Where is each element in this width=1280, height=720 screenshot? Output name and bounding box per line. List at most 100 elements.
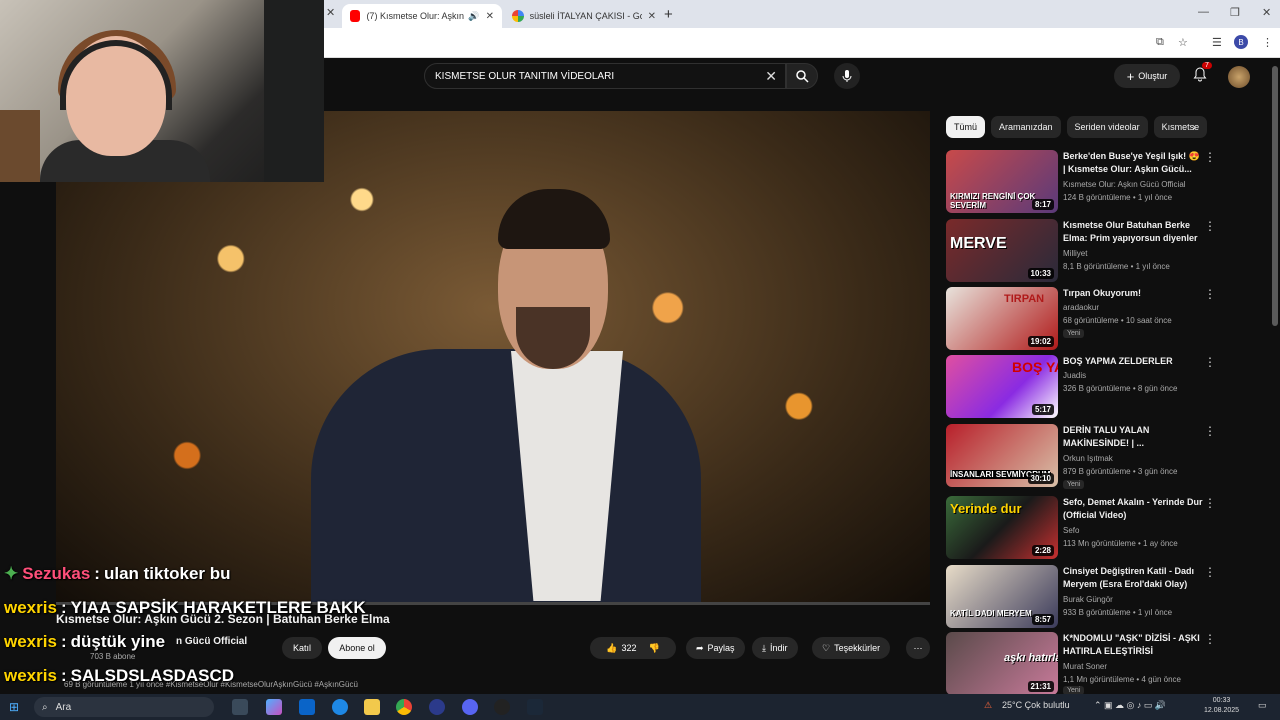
- share-button[interactable]: ➦ Paylaş: [686, 637, 745, 659]
- edge-icon[interactable]: [332, 699, 348, 715]
- video-thumbnail[interactable]: Yerinde dur 2:28: [946, 496, 1058, 559]
- file-explorer-icon[interactable]: [364, 699, 380, 715]
- search-button[interactable]: [786, 63, 818, 89]
- download-button[interactable]: ⤓ İndir: [752, 637, 798, 659]
- clock[interactable]: 00:33 12.08.2025: [1204, 696, 1239, 716]
- thumbs-down-icon[interactable]: 👎: [649, 643, 660, 654]
- notification-center-icon[interactable]: ▭: [1258, 700, 1267, 711]
- account-avatar[interactable]: [1228, 66, 1250, 88]
- close-icon[interactable]: ✕: [326, 6, 335, 19]
- video-thumbnail[interactable]: aşkı hatırla 21:31: [946, 632, 1058, 695]
- recommendation-item[interactable]: BOŞ YAPMA 5:17 BOŞ YAPMA ZELDERLER Juadi…: [946, 355, 1264, 419]
- steam-icon[interactable]: [527, 699, 543, 715]
- recommendation-item[interactable]: TIRPAN 19:02 Tırpan Okuyorum! aradaokur …: [946, 287, 1264, 351]
- channel-name[interactable]: Orkun Işıtmak: [1063, 454, 1113, 463]
- channel-name[interactable]: Burak Güngör: [1063, 595, 1113, 604]
- shelf: [0, 110, 40, 182]
- create-button[interactable]: + Oluştur: [1114, 64, 1180, 88]
- weather-alert-icon[interactable]: ⚠: [984, 700, 992, 711]
- more-options-icon[interactable]: ⋮: [1204, 496, 1216, 510]
- recommendation-item[interactable]: KATİL DADI MERYEM 8:57 Cinsiyet Değiştir…: [946, 565, 1264, 629]
- video-title[interactable]: Kısmetse Olur Batuhan Berke Elma: Prim y…: [1063, 219, 1203, 246]
- channel-name[interactable]: n Gücü Official: [176, 636, 247, 647]
- video-thumbnail[interactable]: KIRMIZI RENGİNİ ÇOK SEVERİM 8:17: [946, 150, 1058, 213]
- tab-google[interactable]: süsleli İTALYAN ÇAKISI - Goog ✕: [504, 4, 664, 28]
- youtube-icon: [350, 10, 361, 22]
- video-thumbnail[interactable]: BOŞ YAPMA 5:17: [946, 355, 1058, 418]
- video-title[interactable]: BOŞ YAPMA ZELDERLER: [1063, 355, 1203, 368]
- share-label: Paylaş: [707, 643, 735, 653]
- video-title[interactable]: Berke'den Buse'ye Yeşil Işık! 😍 | Kısmet…: [1063, 150, 1203, 176]
- page-scrollbar[interactable]: [1272, 66, 1278, 326]
- video-thumbnail[interactable]: KATİL DADI MERYEM 8:57: [946, 565, 1058, 628]
- channel-name[interactable]: Milliyet: [1063, 249, 1087, 258]
- chevron-right-icon[interactable]: ›: [1192, 120, 1196, 134]
- menu-icon[interactable]: ⋮: [1262, 36, 1273, 49]
- subscribe-button[interactable]: Abone ol: [328, 637, 386, 659]
- close-icon[interactable]: ✕: [648, 11, 656, 22]
- discord-icon[interactable]: [462, 699, 478, 715]
- close-window-icon[interactable]: ✕: [1262, 6, 1271, 19]
- search-input[interactable]: KISMETSE OLUR TANITIM VİDEOLARI ✕: [424, 63, 786, 89]
- chip-all[interactable]: Tümü: [946, 116, 986, 138]
- video-title[interactable]: K*NDOMLU "AŞK" DİZİSİ - AŞKI HATIRLA ELE…: [1063, 632, 1203, 658]
- new-tab-button[interactable]: +: [664, 6, 673, 23]
- profile-avatar[interactable]: B: [1234, 35, 1248, 49]
- more-actions-button[interactable]: ⋯: [906, 637, 930, 659]
- chip-from-search[interactable]: Aramanızdan: [991, 116, 1061, 138]
- chip-more[interactable]: Kısmetse: [1153, 116, 1208, 138]
- chrome-icon[interactable]: [396, 699, 412, 715]
- video-title[interactable]: DERİN TALU YALAN MAKİNESİNDE! | ...: [1063, 424, 1203, 450]
- windows-start-icon[interactable]: ⊞: [9, 700, 19, 714]
- tab-youtube[interactable]: (7) Kısmetse Olur: Aşkın Gü 🔊 ✕: [342, 4, 502, 28]
- like-dislike-button[interactable]: 👍 322 👎: [590, 637, 676, 659]
- more-options-icon[interactable]: ⋮: [1204, 150, 1216, 164]
- more-options-icon[interactable]: ⋮: [1204, 287, 1216, 301]
- reading-list-icon[interactable]: ☰: [1212, 36, 1222, 49]
- app-icon[interactable]: [429, 699, 445, 715]
- tab-title: (7) Kısmetse Olur: Aşkın Gü: [366, 11, 466, 21]
- voice-search-button[interactable]: [834, 63, 860, 89]
- recommendation-item[interactable]: İNSANLARI SEVMİYORUM 30:10 DERİN TALU YA…: [946, 424, 1264, 489]
- more-options-icon[interactable]: ⋮: [1204, 632, 1216, 646]
- notifications-button[interactable]: 7: [1192, 62, 1212, 86]
- more-options-icon[interactable]: ⋮: [1204, 355, 1216, 369]
- recommendation-item[interactable]: Yerinde dur 2:28 Sefo, Demet Akalın - Ye…: [946, 496, 1264, 560]
- more-options-icon[interactable]: ⋮: [1204, 424, 1216, 438]
- tray-icons[interactable]: ⌃ ▣ ☁ ◎ ♪ ▭ 🔊: [1094, 700, 1166, 711]
- channel-name[interactable]: Sefo: [1063, 526, 1079, 535]
- outlook-icon[interactable]: [299, 699, 315, 715]
- install-icon[interactable]: ⧉: [1156, 36, 1164, 49]
- more-options-icon[interactable]: ⋮: [1204, 219, 1216, 233]
- video-thumbnail[interactable]: MERVE 10:33: [946, 219, 1058, 282]
- weather-label[interactable]: 25°C Çok bulutlu: [1002, 700, 1070, 710]
- recommendation-item[interactable]: KIRMIZI RENGİNİ ÇOK SEVERİM 8:17 Berke'd…: [946, 150, 1264, 214]
- channel-name[interactable]: Murat Soner: [1063, 662, 1107, 671]
- video-player[interactable]: [56, 111, 930, 603]
- task-view-icon[interactable]: [232, 699, 248, 715]
- recommendation-item[interactable]: MERVE 10:33 Kısmetse Olur Batuhan Berke …: [946, 219, 1264, 283]
- restore-icon[interactable]: ❐: [1230, 6, 1240, 19]
- clear-search-icon[interactable]: ✕: [765, 68, 777, 85]
- thumbs-up-icon[interactable]: 👍: [606, 643, 617, 654]
- video-title[interactable]: Tırpan Okuyorum!: [1063, 287, 1203, 300]
- video-title[interactable]: Cinsiyet Değiştiren Katil - Dadı Meryem …: [1063, 565, 1203, 591]
- video-thumbnail[interactable]: İNSANLARI SEVMİYORUM 30:10: [946, 424, 1058, 487]
- thanks-button[interactable]: ♡ Teşekkürler: [812, 637, 891, 659]
- close-icon[interactable]: ✕: [486, 11, 494, 22]
- video-thumbnail[interactable]: TIRPAN 19:02: [946, 287, 1058, 350]
- speaker-icon[interactable]: 🔊: [468, 11, 479, 22]
- chip-from-series[interactable]: Seriden videolar: [1066, 116, 1148, 138]
- more-options-icon[interactable]: ⋮: [1204, 565, 1216, 579]
- taskbar-search[interactable]: ⌕ Ara: [34, 697, 214, 717]
- bookmark-star-icon[interactable]: ☆: [1178, 36, 1188, 49]
- recommendation-item[interactable]: aşkı hatırla 21:31 K*NDOMLU "AŞK" DİZİSİ…: [946, 632, 1264, 696]
- video-title[interactable]: Sefo, Demet Akalın - Yerinde Dur (Offici…: [1063, 496, 1203, 522]
- obs-icon[interactable]: [494, 699, 510, 715]
- channel-name[interactable]: aradaokur: [1063, 303, 1099, 312]
- channel-name[interactable]: Kısmetse Olur: Aşkın Gücü Official: [1063, 180, 1186, 189]
- copilot-icon[interactable]: [266, 699, 282, 715]
- channel-name[interactable]: Juadis: [1063, 371, 1086, 380]
- join-button[interactable]: Katıl: [282, 637, 322, 659]
- minimize-icon[interactable]: —: [1198, 6, 1209, 18]
